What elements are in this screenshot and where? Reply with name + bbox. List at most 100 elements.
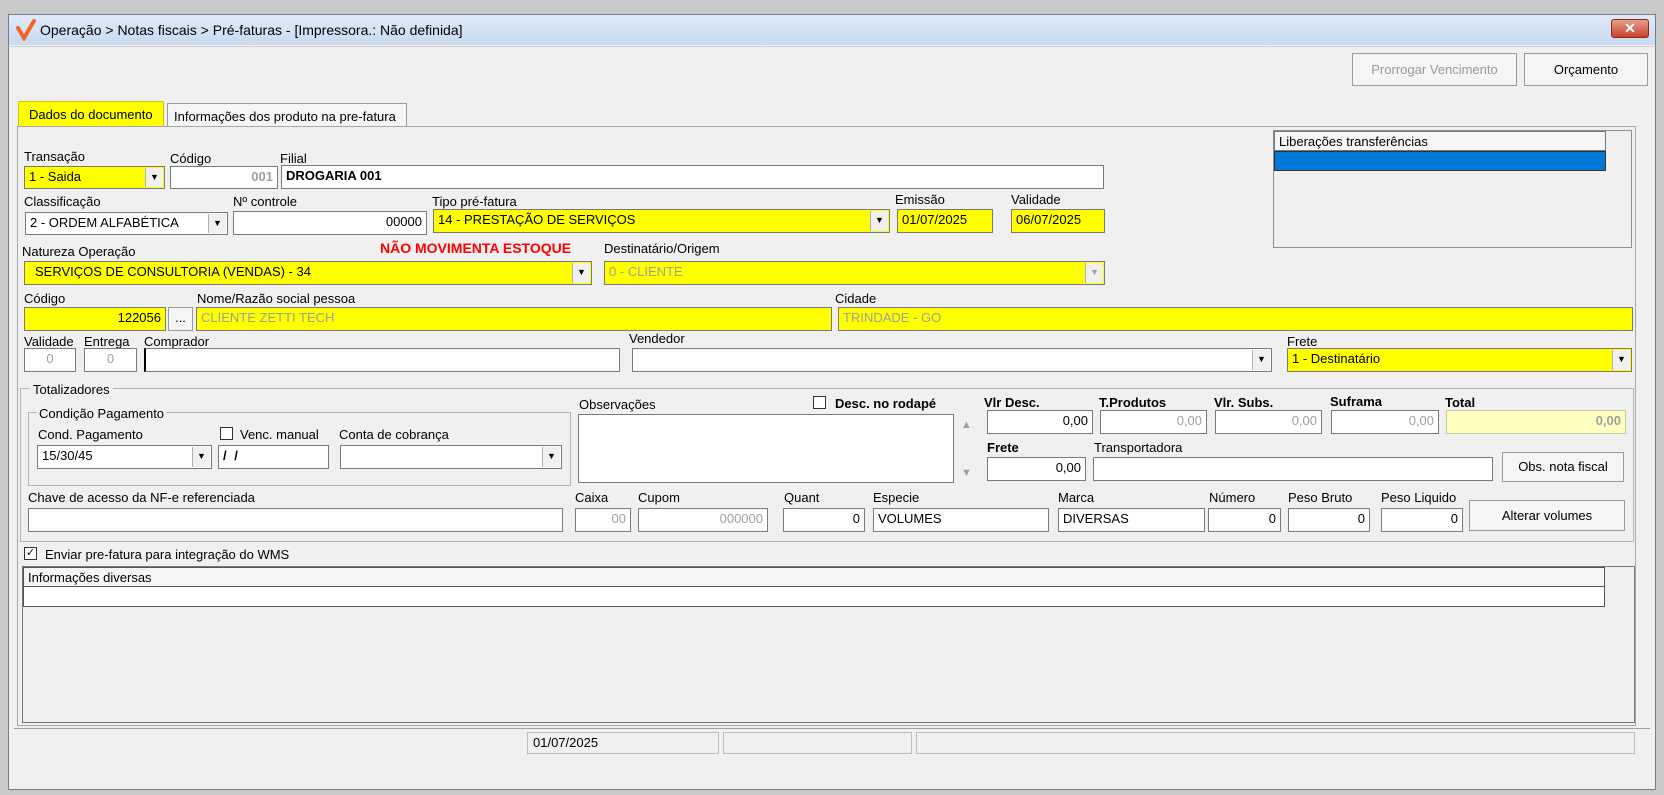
venc-manual-label: Venc. manual [240,427,319,442]
transacao-label: Transação [24,149,85,164]
status-field-3 [916,732,1635,754]
chevron-down-icon[interactable]: ▼ [572,263,590,283]
tipo-prefatura-select[interactable]: 14 - PRESTAÇÃO DE SERVIÇOS ▼ [433,209,890,233]
pessoa-codigo-field[interactable]: 122056 [24,307,166,331]
liberacoes-header: Liberações transferências [1274,131,1606,151]
pessoa-lookup-button[interactable]: ... [168,307,193,331]
chevron-down-icon[interactable]: ▼ [542,447,560,467]
tipo-prefatura-value: 14 - PRESTAÇÃO DE SERVIÇOS [438,212,636,227]
tab-label: Informações dos produto na pre-fatura [174,109,396,124]
tab-dados-documento[interactable]: Dados do documento [18,101,164,127]
frete-tipo-select[interactable]: 1 - Destinatário ▼ [1287,348,1632,372]
vendedor-label: Vendedor [629,331,685,346]
transacao-select[interactable]: 1 - Saida ▼ [24,166,165,189]
chevron-down-icon[interactable]: ▼ [1612,350,1630,370]
codigo-label: Código [170,151,212,166]
venc-manual-field[interactable]: / / [218,445,329,469]
vlr-subs-label: Vlr. Subs. [1214,395,1274,410]
cupom-field[interactable]: 000000 [638,508,768,532]
orcamento-button[interactable]: Orçamento [1524,53,1648,86]
transportadora-field[interactable] [1093,457,1493,481]
marca-field[interactable]: DIVERSAS [1058,508,1205,532]
quant-field[interactable]: 0 [783,508,865,532]
peso-liquido-label: Peso Liquido [1381,490,1457,505]
wms-label: Enviar pre-fatura para integração do WMS [45,547,290,562]
informacoes-diversas-header: Informações diversas [23,567,1605,587]
comprador-label: Comprador [144,334,210,349]
pessoa-codigo-label: Código [24,291,66,306]
natureza-operacao-value: SERVIÇOS DE CONSULTORIA (VENDAS) - 34 [35,264,311,279]
wms-checkbox[interactable]: ✓ [24,547,37,560]
close-button[interactable]: ✕ [1611,19,1649,38]
emissao-label: Emissão [895,192,945,207]
informacoes-diversas-row[interactable] [23,587,1605,607]
ncontrole-label: Nº controle [233,194,297,209]
codigo-field[interactable]: 001 [170,166,278,189]
nome-field[interactable]: CLIENTE ZETTI TECH [196,307,832,331]
tipo-prefatura-label: Tipo pré-fatura [432,194,517,209]
numero-field[interactable]: 0 [1208,508,1281,532]
natureza-operacao-label: Natureza Operação [22,244,136,259]
tprodutos-field[interactable]: 0,00 [1100,410,1207,434]
frete-tipo-value: 1 - Destinatário [1292,351,1381,366]
transportadora-label: Transportadora [1094,440,1183,455]
ncontrole-field[interactable]: 00000 [233,211,427,235]
validade-label: Validade [1011,192,1061,207]
filial-field[interactable]: DROGARIA 001 [281,165,1104,189]
desc-rodape-label: Desc. no rodapé [835,396,937,411]
chevron-down-icon[interactable]: ▼ [1085,263,1103,283]
scroll-up-icon[interactable]: ▲ [961,418,972,433]
comprador-field[interactable] [144,348,620,372]
natureza-operacao-select[interactable]: SERVIÇOS DE CONSULTORIA (VENDAS) - 34 ▼ [24,261,592,285]
liberacoes-selected-row[interactable] [1274,151,1606,171]
peso-bruto-label: Peso Bruto [1288,490,1353,505]
total-field: 0,00 [1446,410,1626,434]
scroll-down-icon[interactable]: ▼ [961,466,972,481]
destinatario-select[interactable]: 0 - CLIENTE ▼ [604,261,1105,285]
desc-rodape-checkbox[interactable] [813,396,826,409]
tprodutos-label: T.Produtos [1099,395,1167,410]
chevron-down-icon[interactable]: ▼ [192,447,210,467]
emissao-field[interactable]: 01/07/2025 [897,209,993,233]
vlr-desc-label: Vlr Desc. [984,395,1040,410]
observacoes-textarea[interactable] [578,414,954,483]
chevron-down-icon[interactable]: ▼ [1252,350,1270,370]
validade-field[interactable]: 06/07/2025 [1011,209,1105,233]
cond-pagamento-select[interactable]: 15/30/45 ▼ [37,445,212,469]
destinatario-value: 0 - CLIENTE [609,264,683,279]
classificacao-select[interactable]: 2 - ORDEM ALFABÉTICA ▼ [25,212,228,235]
suframa-field[interactable]: 0,00 [1331,410,1439,434]
frete-tipo-label: Frete [1287,334,1318,349]
vlr-subs-field[interactable]: 0,00 [1215,410,1322,434]
obs-nota-fiscal-button[interactable]: Obs. nota fiscal [1502,452,1624,482]
entrega-label: Entrega [84,334,130,349]
peso-bruto-field[interactable]: 0 [1288,508,1370,532]
especie-label: Especie [873,490,920,505]
marca-label: Marca [1058,490,1095,505]
peso-liquido-field[interactable]: 0 [1381,508,1463,532]
chave-acesso-label: Chave de acesso da NF-e referenciada [28,490,255,505]
toolbar-divider [10,46,1654,47]
prorrogar-vencimento-button[interactable]: Prorrogar Vencimento [1352,53,1517,86]
conta-cobranca-select[interactable]: ▼ [340,445,562,469]
entrega-field[interactable]: 0 [84,348,137,372]
tab-informacoes-produto[interactable]: Informações dos produto na pre-fatura [167,103,407,127]
validade-dias-field[interactable]: 0 [24,348,76,372]
destinatario-label: Destinatário/Origem [604,241,720,256]
vlr-desc-field[interactable]: 0,00 [987,410,1093,434]
chevron-down-icon[interactable]: ▼ [145,168,163,187]
condicao-pagamento-title: Condição Pagamento [37,406,167,421]
venc-manual-checkbox[interactable] [220,427,233,440]
chevron-down-icon[interactable]: ▼ [870,211,888,231]
classificacao-label: Classificação [24,194,101,209]
quant-label: Quant [784,490,820,505]
especie-field[interactable]: VOLUMES [873,508,1049,532]
chevron-down-icon[interactable]: ▼ [208,214,226,233]
vendedor-select[interactable]: ▼ [632,348,1272,372]
alterar-volumes-button[interactable]: Alterar volumes [1469,500,1625,531]
chave-acesso-field[interactable] [28,508,563,532]
cidade-field[interactable]: TRINDADE - GO [838,307,1633,331]
app-logo-icon [15,19,37,42]
frete-valor-field[interactable]: 0,00 [987,457,1086,481]
caixa-field[interactable]: 00 [575,508,631,532]
